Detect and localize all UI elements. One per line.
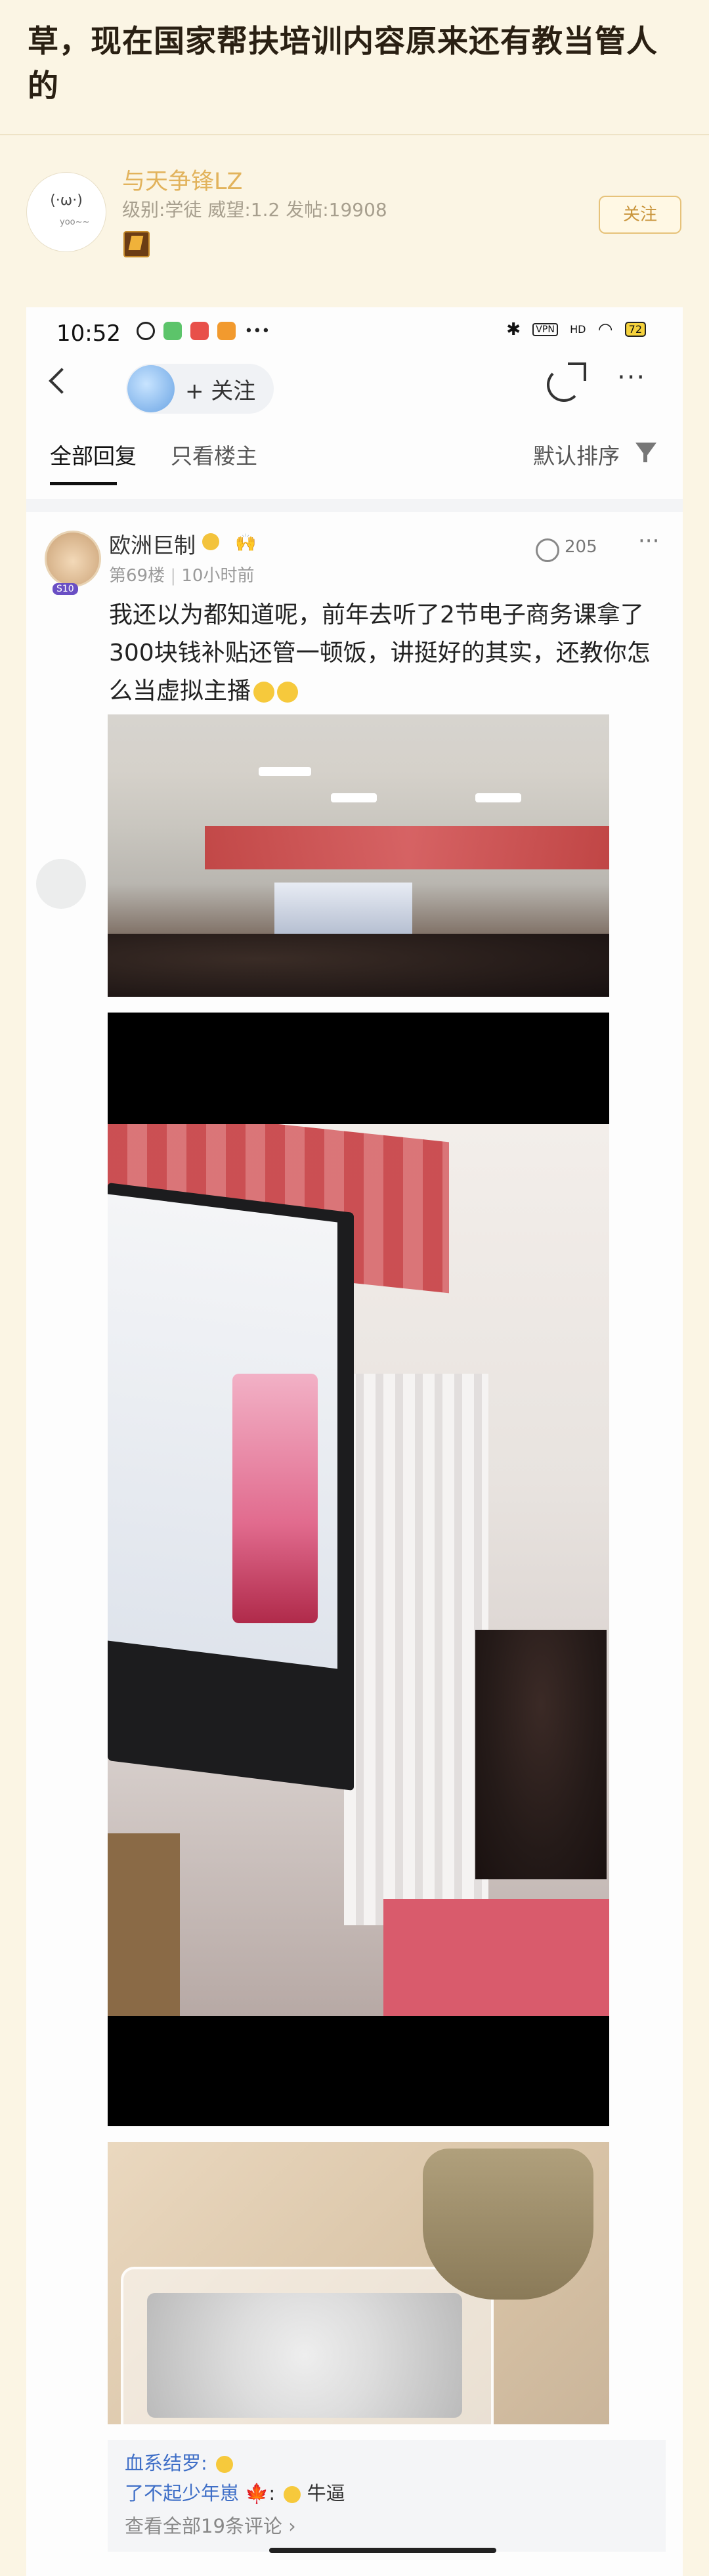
reply-time: 10小时前 — [181, 566, 255, 586]
screenshot-card: 10:52 ••• ✱ VPN HD ◠ 72 + 关注 ··· 全部回复 只看… — [26, 307, 683, 2576]
hand-icon: 🙌 — [235, 533, 257, 553]
audience — [108, 934, 609, 997]
follow-button[interactable]: 关注 — [599, 196, 681, 234]
photo-monitor[interactable] — [108, 1013, 609, 2126]
reply-username[interactable]: 欧洲巨制 — [109, 528, 196, 559]
home-indicator — [269, 2548, 496, 2553]
banner-shape — [205, 826, 609, 869]
person-pixelated — [475, 1630, 607, 1879]
bluetooth-icon: ✱ — [506, 319, 521, 339]
avatar-tag: yoo~~ — [60, 217, 90, 227]
view-all-label: 查看全部19条评论 — [125, 2515, 282, 2537]
dots-icon: ••• — [244, 322, 270, 339]
medal-icon — [202, 533, 219, 550]
tab-owner-only[interactable]: 只看楼主 — [171, 439, 257, 470]
emoji-icon — [277, 682, 299, 703]
poster-meta: 级别:学徒 威望:1.2 发帖:19908 — [122, 199, 387, 221]
table — [383, 1899, 609, 2016]
battery-icon: 72 — [624, 322, 646, 337]
left-floating-button[interactable] — [36, 859, 86, 909]
view-all-comments-link[interactable]: 查看全部19条评论 › — [125, 2511, 296, 2539]
title-divider — [0, 134, 709, 135]
virtual-avatar-image — [232, 1374, 318, 1623]
subcomment-box: 血系结罗: 了不起少年崽 🍁: 牛逼 查看全部19条评论 › — [108, 2440, 666, 2552]
photo-meal[interactable] — [108, 2142, 609, 2424]
header-follow-label: + 关注 — [185, 378, 256, 404]
subcomment: 了不起少年崽 🍁: 牛逼 — [125, 2482, 345, 2504]
emoji-icon — [253, 682, 275, 703]
share-icon[interactable] — [547, 362, 586, 402]
rice — [147, 2293, 462, 2418]
photo-classroom[interactable] — [108, 714, 609, 997]
tab-active-underline — [50, 482, 117, 485]
more-icon[interactable]: ··· — [617, 362, 646, 393]
reply-avatar[interactable] — [45, 531, 101, 587]
reply-more-icon[interactable]: ··· — [638, 528, 659, 554]
wifi-icon: ◠ — [597, 319, 613, 339]
badge-icon — [123, 231, 150, 257]
reply-text: 我还以为都知道呢，前年去听了2节电子商务课拿了300块钱补贴还管一顿饭，讲挺好的… — [109, 596, 667, 710]
alarm-icon — [137, 322, 155, 340]
app-icon-red — [190, 322, 209, 340]
subcomment-user[interactable]: 血系结罗: — [125, 2452, 207, 2474]
avatar-kaomoji: (·ω·) — [50, 192, 83, 209]
reply-floor: 第69楼 — [109, 566, 165, 586]
sort-dropdown[interactable]: 默认排序 — [533, 439, 620, 470]
subcomment-text: 牛逼 — [307, 2482, 345, 2504]
reply-meta: 第69楼 | 10小时前 — [109, 562, 254, 586]
subcomment: 血系结罗: — [125, 2448, 233, 2476]
reply-body: 我还以为都知道呢，前年去听了2节电子商务课拿了300块钱补贴还管一顿饭，讲挺好的… — [109, 601, 651, 705]
maple-icon: 🍁 — [245, 2482, 269, 2504]
soup-cup — [423, 2149, 593, 2300]
status-right: ✱ VPN HD ◠ 72 — [500, 319, 646, 339]
avatar[interactable]: (·ω·) yoo~~ — [26, 172, 106, 252]
reply-avatar-tag: S10 — [53, 583, 78, 595]
avatar-icon — [127, 365, 175, 412]
like-icon[interactable] — [536, 538, 559, 562]
emoji-icon — [284, 2486, 301, 2503]
section-separator — [26, 499, 683, 512]
back-icon[interactable] — [49, 368, 75, 394]
signal-icon: HD — [570, 323, 586, 336]
forum-title: 草，现在国家帮扶培训内容原来还有教当管人的 — [28, 24, 658, 104]
curtain — [344, 1374, 488, 1925]
status-app-icons: ••• — [137, 322, 275, 340]
emoji-icon — [216, 2456, 233, 2473]
filter-icon[interactable] — [635, 443, 656, 462]
poster-name[interactable]: 与天争锋LZ — [122, 163, 242, 196]
status-time: 10:52 — [56, 320, 121, 347]
subcomment-user[interactable]: 了不起少年崽 — [125, 2482, 239, 2504]
vpn-icon: VPN — [532, 322, 558, 336]
header-follow-pill[interactable]: + 关注 — [126, 364, 274, 414]
chair — [108, 1833, 180, 2016]
tab-all-replies[interactable]: 全部回复 — [50, 439, 137, 470]
meta-separator: | — [170, 566, 182, 586]
app-icon-orange — [217, 322, 236, 340]
like-count: 205 — [565, 537, 597, 557]
app-icon-green — [163, 322, 183, 340]
